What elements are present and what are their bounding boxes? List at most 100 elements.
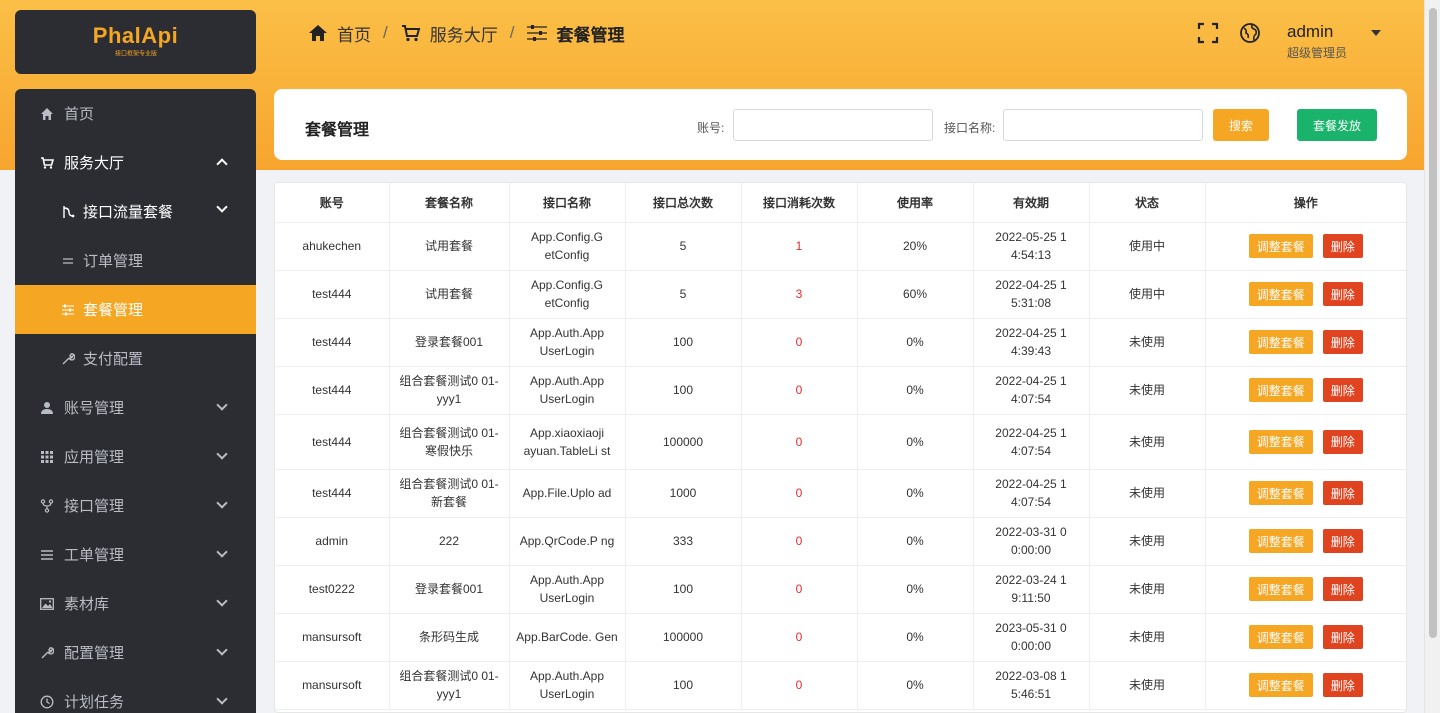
cell-rate: 0%: [857, 661, 974, 710]
flow-icon: [60, 204, 76, 220]
cell-status: 使用中: [1089, 222, 1206, 271]
cell-total: 5: [625, 222, 742, 271]
adjust-plan-button[interactable]: 调整套餐: [1248, 529, 1313, 553]
delete-button[interactable]: 删除: [1322, 625, 1363, 649]
sidebar-item-ticket-management[interactable]: 工单管理: [15, 530, 256, 579]
adjust-plan-button[interactable]: 调整套餐: [1248, 282, 1313, 306]
delete-button[interactable]: 删除: [1322, 330, 1363, 354]
caret-down-icon[interactable]: [1371, 30, 1381, 36]
adjust-plan-button[interactable]: 调整套餐: [1248, 625, 1313, 649]
column-header: 接口名称: [509, 183, 626, 223]
column-header: 操作: [1205, 183, 1406, 223]
logo[interactable]: PhalApi 接口框架专业版: [15, 10, 256, 74]
sidebar-item-order-management[interactable]: 订单管理: [15, 236, 256, 285]
sidebar-item-label: 配置管理: [64, 645, 125, 662]
fullscreen-icon[interactable]: [1197, 22, 1219, 44]
user-role: 超级管理员: [1287, 46, 1348, 60]
cell-expire: 2022-04-25 1 4:39:43: [973, 318, 1090, 367]
sidebar-item-api-management[interactable]: 接口管理: [15, 481, 256, 530]
cell-api: App.Auth.App UserLogin: [509, 565, 626, 614]
cell-total: 100000: [625, 613, 742, 662]
column-header: 账号: [275, 183, 390, 223]
cell-expire: 2022-04-25 1 5:31:08: [973, 270, 1090, 319]
cell-status: 未使用: [1089, 661, 1206, 710]
cell-account: test444: [275, 414, 390, 470]
scrollbar-thumb[interactable]: [1429, 8, 1437, 638]
cell-status: 未使用: [1089, 469, 1206, 518]
page-scrollbar[interactable]: [1424, 0, 1440, 713]
sidebar-item-service-hall[interactable]: 服务大厅: [15, 138, 256, 187]
adjust-plan-button[interactable]: 调整套餐: [1248, 234, 1313, 258]
delete-button[interactable]: 删除: [1322, 529, 1363, 553]
cell-api: App.Auth.App UserLogin: [509, 318, 626, 367]
breadcrumb-separator: /: [509, 23, 515, 42]
cell-used: 0: [741, 469, 858, 518]
sidebar-item-scheduled-tasks[interactable]: 计划任务: [15, 677, 256, 713]
user-name[interactable]: admin: [1287, 22, 1333, 42]
chevron-down-icon: [216, 497, 228, 509]
adjust-plan-button[interactable]: 调整套餐: [1248, 330, 1313, 354]
sidebar-menu: 首页 服务大厅 接口流量套餐 订单管理 套餐管理 支付配置 账号管理 应用管理 …: [15, 89, 256, 713]
sidebar-item-payment-config[interactable]: 支付配置: [15, 334, 256, 383]
breadcrumb-home[interactable]: 首页: [337, 21, 371, 46]
sidebar-item-app-management[interactable]: 应用管理: [15, 432, 256, 481]
issue-plan-button[interactable]: 套餐发放: [1297, 109, 1377, 141]
adjust-plan-button[interactable]: 调整套餐: [1248, 429, 1313, 454]
cart-icon: [400, 22, 422, 44]
cell-actions: 调整套餐 删除: [1205, 661, 1406, 710]
delete-button[interactable]: 删除: [1322, 282, 1363, 306]
cell-plan: 登录套餐001: [389, 318, 510, 367]
sidebar-item-label: 计划任务: [64, 694, 125, 711]
sidebar-item-label: 接口管理: [64, 498, 125, 515]
adjust-plan-button[interactable]: 调整套餐: [1248, 378, 1313, 402]
adjust-plan-button[interactable]: 调整套餐: [1248, 481, 1313, 505]
sliders-icon: [526, 22, 548, 44]
cell-account: mansursoft: [275, 613, 390, 662]
adjust-plan-button[interactable]: 调整套餐: [1248, 673, 1313, 697]
account-input[interactable]: [733, 109, 933, 141]
api-name-input[interactable]: [1003, 109, 1203, 141]
globe-icon[interactable]: [1239, 22, 1261, 44]
lines-icon: [60, 253, 76, 269]
delete-button[interactable]: 删除: [1322, 673, 1363, 697]
row-actions: 调整套餐 删除: [1210, 378, 1403, 402]
cell-used: 0: [741, 414, 858, 470]
breadcrumb-service-hall[interactable]: 服务大厅: [430, 21, 498, 46]
cell-api: App.BarCode. Gen: [509, 613, 626, 662]
sidebar-item-media-library[interactable]: 素材库: [15, 579, 256, 628]
cell-plan: 条形码生成: [389, 613, 510, 662]
sidebar-item-api-flow-plan[interactable]: 接口流量套餐: [15, 187, 256, 236]
sidebar-item-home[interactable]: 首页: [15, 89, 256, 138]
plan-table: 账号 套餐名称 接口名称 接口总次数 接口消耗次数 使用率 有效期 状态 操作 …: [275, 183, 1406, 710]
sidebar-item-account-management[interactable]: 账号管理: [15, 383, 256, 432]
cell-plan: 组合套餐测试0 01-寒假快乐: [389, 414, 510, 470]
delete-button[interactable]: 删除: [1322, 481, 1363, 505]
row-actions: 调整套餐 删除: [1210, 481, 1403, 505]
chevron-down-icon: [216, 644, 228, 656]
delete-button[interactable]: 删除: [1322, 234, 1363, 258]
sidebar-item-config-management[interactable]: 配置管理: [15, 628, 256, 677]
sidebar-item-plan-management[interactable]: 套餐管理: [15, 285, 256, 334]
wrench-icon: [60, 351, 76, 367]
cart-icon: [39, 155, 55, 171]
cell-actions: 调整套餐 删除: [1205, 222, 1406, 271]
search-button[interactable]: 搜索: [1213, 109, 1269, 141]
cell-actions: 调整套餐 删除: [1205, 270, 1406, 319]
adjust-plan-button[interactable]: 调整套餐: [1248, 577, 1313, 601]
sidebar-item-label: 服务大厅: [64, 155, 125, 172]
row-actions: 调整套餐 删除: [1210, 625, 1403, 649]
sidebar-item-label: 首页: [64, 106, 95, 123]
cell-expire: 2022-05-25 1 4:54:13: [973, 222, 1090, 271]
cell-rate: 0%: [857, 469, 974, 518]
cell-expire: 2022-03-31 0 0:00:00: [973, 517, 1090, 566]
cell-rate: 60%: [857, 270, 974, 319]
plan-table-container: 账号 套餐名称 接口名称 接口总次数 接口消耗次数 使用率 有效期 状态 操作 …: [274, 182, 1407, 713]
wrench-icon: [39, 645, 55, 661]
delete-button[interactable]: 删除: [1322, 429, 1363, 454]
sidebar-item-label: 素材库: [64, 596, 110, 613]
cell-total: 100: [625, 318, 742, 367]
column-header: 套餐名称: [389, 183, 510, 223]
cell-rate: 20%: [857, 222, 974, 271]
delete-button[interactable]: 删除: [1322, 378, 1363, 402]
delete-button[interactable]: 删除: [1322, 577, 1363, 601]
